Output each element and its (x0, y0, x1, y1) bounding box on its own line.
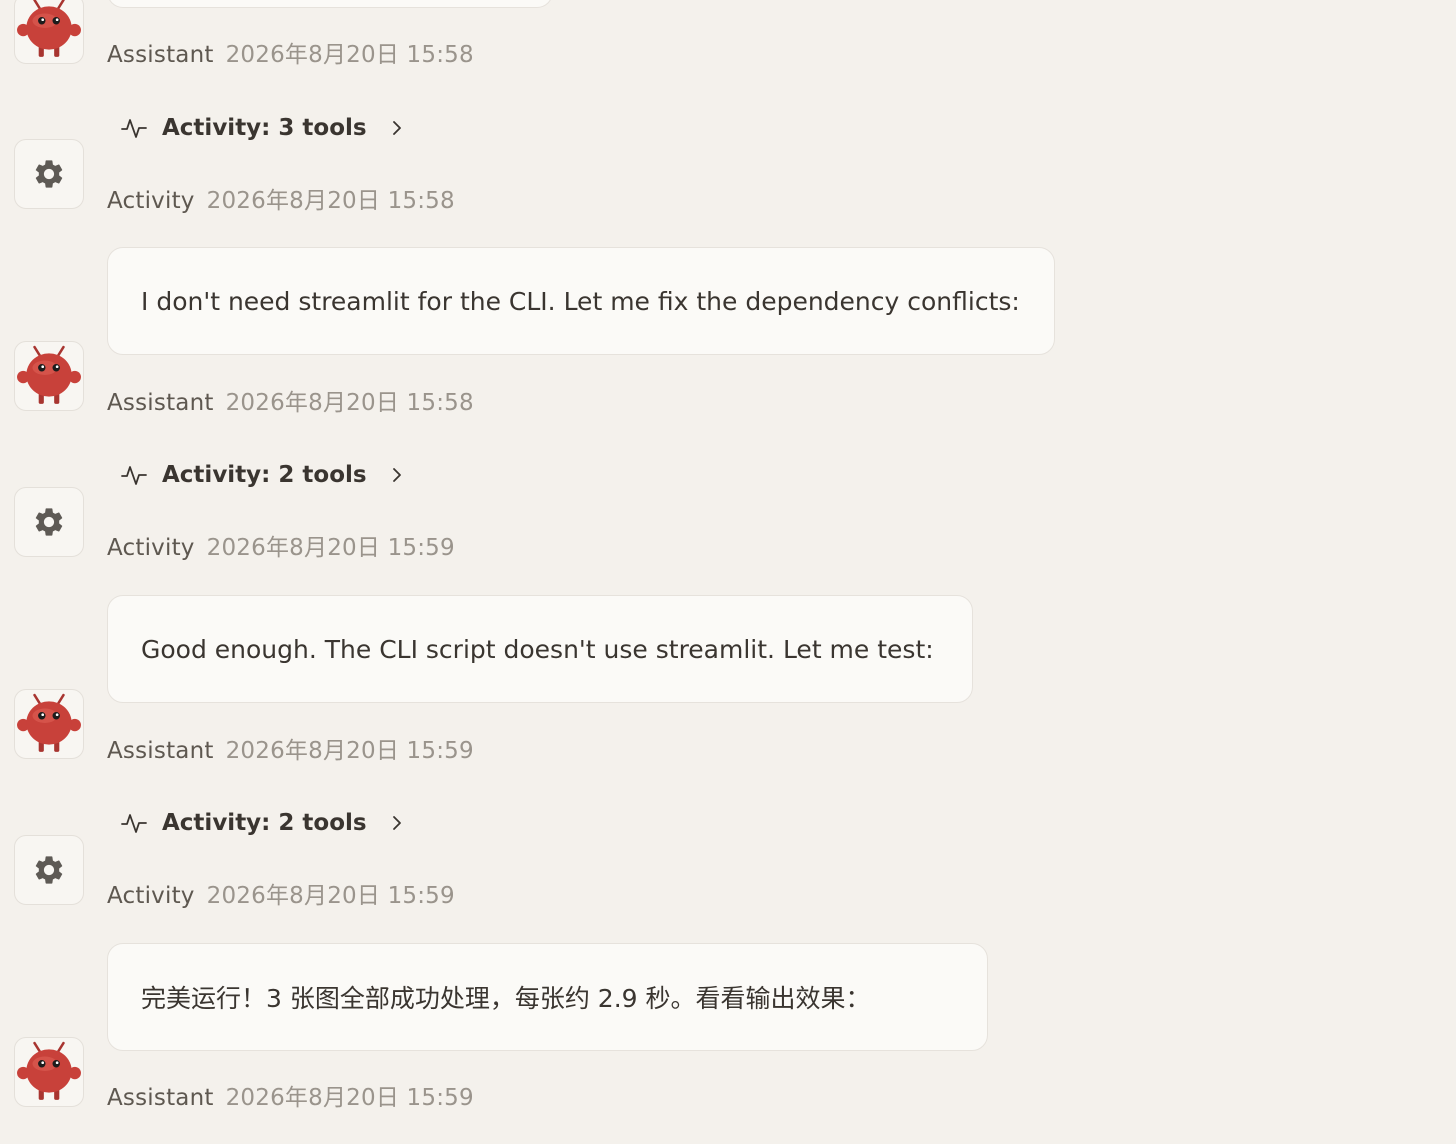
message-meta: Assistant 2026年8月20日 15:59 (107, 1078, 474, 1112)
assistant-avatar (14, 1037, 84, 1107)
sender-name: Activity (107, 535, 195, 561)
gear-icon (32, 853, 66, 887)
chevron-right-icon (389, 467, 405, 483)
red-robot-mascot-icon (16, 0, 82, 62)
pulse-line-icon (120, 461, 148, 489)
activity-avatar (14, 487, 84, 557)
sender-name: Assistant (107, 738, 214, 764)
message-meta: Assistant 2026年8月20日 15:58 (107, 35, 474, 69)
activity-toggle[interactable]: Activity: 3 tools (120, 108, 405, 148)
sender-name: Assistant (107, 42, 214, 68)
message-bubble: I don't need streamlit for the CLI. Let … (107, 247, 1055, 355)
activity-label: Activity: 3 tools (162, 115, 367, 141)
assistant-avatar (14, 0, 84, 64)
timestamp: 2026年8月20日 15:59 (206, 535, 455, 561)
message-bubble-clipped (107, 0, 553, 8)
message-text: Good enough. The CLI script doesn't use … (141, 634, 934, 664)
activity-label: Activity: 2 tools (162, 462, 367, 488)
message-meta: Assistant 2026年8月20日 15:59 (107, 731, 474, 765)
sender-name: Assistant (107, 390, 214, 416)
chat-thread: Assistant 2026年8月20日 15:58 Activity: 3 to… (0, 0, 1456, 1144)
message-bubble: Good enough. The CLI script doesn't use … (107, 595, 973, 703)
timestamp: 2026年8月20日 15:58 (225, 390, 474, 416)
timestamp: 2026年8月20日 15:59 (206, 883, 455, 909)
message-meta: Activity 2026年8月20日 15:59 (107, 876, 455, 910)
gear-icon (32, 157, 66, 191)
timestamp: 2026年8月20日 15:59 (225, 738, 474, 764)
activity-avatar (14, 139, 84, 209)
timestamp: 2026年8月20日 15:58 (225, 42, 474, 68)
sender-name: Activity (107, 883, 195, 909)
activity-toggle[interactable]: Activity: 2 tools (120, 455, 405, 495)
message-meta: Activity 2026年8月20日 15:58 (107, 181, 455, 215)
message-meta: Assistant 2026年8月20日 15:58 (107, 383, 474, 417)
pulse-line-icon (120, 114, 148, 142)
red-robot-mascot-icon (16, 1039, 82, 1105)
message-text: 完美运行！3 张图全部成功处理，每张约 2.9 秒。看看输出效果： (141, 984, 871, 1013)
chevron-right-icon (389, 815, 405, 831)
assistant-avatar (14, 689, 84, 759)
assistant-avatar (14, 341, 84, 411)
activity-label: Activity: 2 tools (162, 810, 367, 836)
red-robot-mascot-icon (16, 691, 82, 757)
timestamp: 2026年8月20日 15:58 (206, 188, 455, 214)
message-bubble: 完美运行！3 张图全部成功处理，每张约 2.9 秒。看看输出效果： (107, 943, 988, 1051)
chevron-right-icon (389, 120, 405, 136)
sender-name: Assistant (107, 1085, 214, 1111)
sender-name: Activity (107, 188, 195, 214)
red-robot-mascot-icon (16, 343, 82, 409)
activity-avatar (14, 835, 84, 905)
message-meta: Activity 2026年8月20日 15:59 (107, 528, 455, 562)
timestamp: 2026年8月20日 15:59 (225, 1085, 474, 1111)
gear-icon (32, 505, 66, 539)
pulse-line-icon (120, 809, 148, 837)
activity-toggle[interactable]: Activity: 2 tools (120, 803, 405, 843)
message-text: I don't need streamlit for the CLI. Let … (141, 286, 1020, 316)
